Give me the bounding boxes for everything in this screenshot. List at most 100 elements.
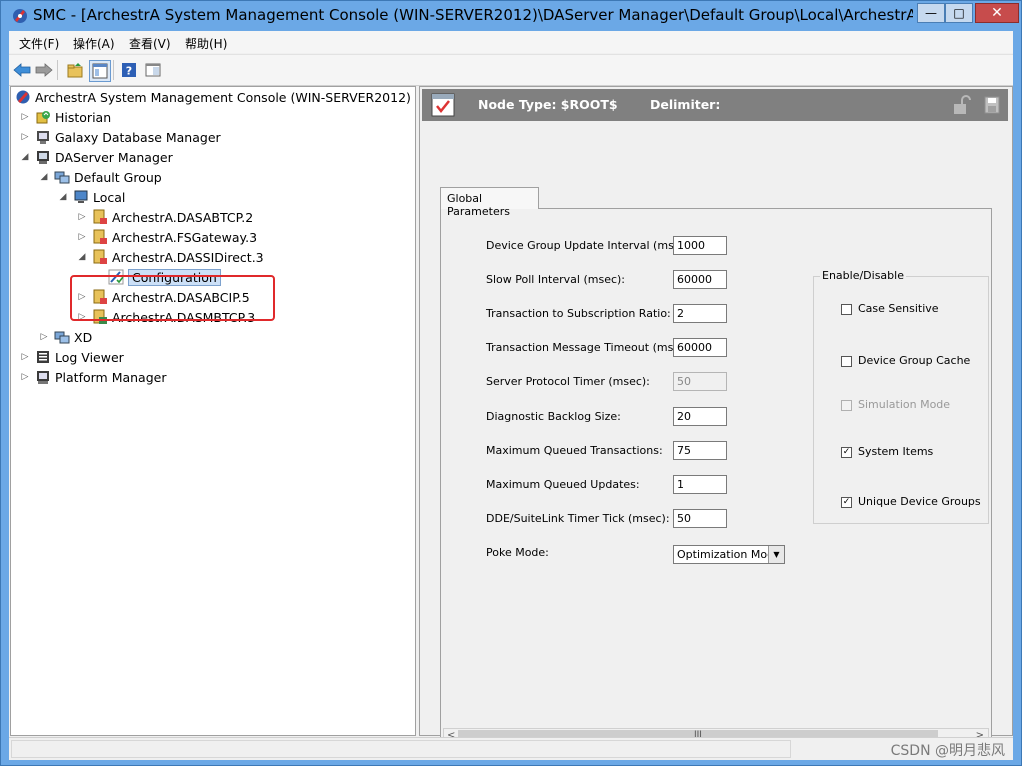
app-window: SMC - [ArchestrA System Management Conso… bbox=[0, 0, 1022, 766]
highlight-annotation bbox=[70, 275, 275, 321]
tab-global-parameters[interactable]: Global Parameters bbox=[440, 187, 539, 218]
checkbox-label: Case Sensitive bbox=[858, 302, 939, 315]
platform-icon bbox=[37, 371, 49, 384]
field-label: Transaction to Subscription Ratio: bbox=[486, 307, 671, 320]
menu-help[interactable]: 帮助(H) bbox=[185, 35, 227, 52]
timer-tick-input[interactable]: 50 bbox=[673, 509, 727, 528]
poke-mode-label: Poke Mode: bbox=[486, 546, 549, 559]
back-icon[interactable] bbox=[12, 60, 32, 80]
max-queued-transactions-input[interactable]: 75 bbox=[673, 441, 727, 460]
toolbar-separator bbox=[57, 60, 58, 80]
expand-icon[interactable]: ▷ bbox=[38, 331, 50, 343]
tree-label: XD bbox=[74, 329, 93, 345]
smc-root-icon bbox=[16, 90, 30, 104]
smc-app-icon bbox=[13, 9, 27, 23]
galaxy-db-icon bbox=[37, 131, 49, 144]
tree-label: Log Viewer bbox=[55, 349, 124, 365]
tree-root[interactable]: ArchestrA System Management Console (WIN… bbox=[15, 87, 411, 107]
svg-text:?: ? bbox=[126, 65, 132, 78]
detail-header: Node Type: $ROOT$ Delimiter: bbox=[422, 89, 1008, 121]
title-bar[interactable]: SMC - [ArchestrA System Management Conso… bbox=[1, 1, 1021, 31]
expand-icon[interactable]: ▷ bbox=[19, 111, 31, 123]
field-label: Slow Poll Interval (msec): bbox=[486, 273, 626, 286]
tree-item-default-group[interactable]: ◢ Default Group bbox=[38, 167, 162, 187]
menu-action[interactable]: 操作(A) bbox=[73, 35, 115, 52]
chevron-down-icon[interactable]: ▼ bbox=[768, 546, 784, 563]
poke-mode-select[interactable]: Optimization Mode ▼ bbox=[673, 545, 785, 564]
collapse-icon[interactable]: ◢ bbox=[57, 191, 69, 203]
watermark-text: CSDN @明月悲风 bbox=[890, 743, 1005, 759]
save-icon[interactable] bbox=[984, 96, 1000, 114]
daserver-node-icon bbox=[93, 249, 107, 264]
expand-icon[interactable]: ▷ bbox=[19, 131, 31, 143]
tree-item-fsgateway[interactable]: ▷ ArchestrA.FSGateway.3 bbox=[76, 227, 257, 247]
computer-icon bbox=[74, 190, 88, 203]
unique-device-groups-checkbox[interactable]: ✓ bbox=[841, 497, 852, 508]
help-icon[interactable]: ? bbox=[119, 60, 139, 80]
simulation-mode-checkbox bbox=[841, 400, 852, 411]
slow-poll-interval-input[interactable]: 60000 bbox=[673, 270, 727, 289]
minimize-button[interactable]: — bbox=[917, 3, 945, 23]
client-area: 文件(F) 操作(A) 查看(V) 帮助(H) ? ArchestrA Syst… bbox=[9, 31, 1013, 760]
status-bar: CSDN @明月悲风 bbox=[9, 737, 1013, 760]
expand-icon[interactable]: ▷ bbox=[76, 231, 88, 243]
group-icon bbox=[54, 171, 70, 184]
up-folder-icon[interactable] bbox=[65, 60, 85, 80]
collapse-icon[interactable]: ◢ bbox=[38, 171, 50, 183]
tree-label: Default Group bbox=[74, 169, 162, 185]
tree-item-historian[interactable]: ▷ Historian bbox=[19, 107, 112, 127]
checkbox-label: System Items bbox=[858, 445, 934, 458]
field-label: DDE/SuiteLink Timer Tick (msec): bbox=[486, 512, 670, 525]
tree-item-local[interactable]: ◢ Local bbox=[57, 187, 126, 207]
show-tree-icon[interactable] bbox=[89, 60, 111, 82]
menu-view[interactable]: 查看(V) bbox=[129, 35, 171, 52]
tree-label: Galaxy Database Manager bbox=[55, 129, 221, 145]
device-group-cache-checkbox[interactable] bbox=[841, 356, 852, 367]
lock-icon[interactable] bbox=[952, 95, 972, 115]
status-cell bbox=[11, 740, 791, 758]
tree-label: ArchestrA.DASABTCP.2 bbox=[112, 209, 254, 225]
field-label: Maximum Queued Transactions: bbox=[486, 444, 663, 457]
transaction-ratio-input[interactable]: 2 bbox=[673, 304, 727, 323]
tree-label: ArchestrA System Management Console (WIN… bbox=[35, 89, 411, 105]
field-label: Server Protocol Timer (msec): bbox=[486, 375, 650, 388]
daserver-node-icon bbox=[93, 229, 107, 244]
tree-item-dassidirect[interactable]: ◢ ArchestrA.DASSIDirect.3 bbox=[76, 247, 264, 267]
tree-item-platform-manager[interactable]: ▷ Platform Manager bbox=[19, 367, 167, 387]
tree-item-galaxy[interactable]: ▷ Galaxy Database Manager bbox=[19, 127, 221, 147]
panel-icon[interactable] bbox=[143, 60, 163, 80]
device-group-update-interval-input[interactable]: 1000 bbox=[673, 236, 727, 255]
server-protocol-timer-input: 50 bbox=[673, 372, 727, 391]
menu-file[interactable]: 文件(F) bbox=[19, 35, 59, 52]
tree-label: Local bbox=[93, 189, 126, 205]
expand-icon[interactable]: ▷ bbox=[19, 351, 31, 363]
tree-item-xd[interactable]: ▷ XD bbox=[38, 327, 93, 347]
collapse-icon[interactable]: ◢ bbox=[19, 151, 31, 163]
historian-icon bbox=[36, 111, 50, 124]
expand-icon[interactable]: ▷ bbox=[76, 211, 88, 223]
case-sensitive-checkbox[interactable] bbox=[841, 304, 852, 315]
tab-body: Device Group Update Interval (msec): 100… bbox=[440, 208, 992, 747]
tree-item-daserver-manager[interactable]: ◢ DAServer Manager bbox=[19, 147, 173, 167]
detail-pane: Node Type: $ROOT$ Delimiter: Global Para… bbox=[419, 86, 1013, 747]
forward-icon[interactable] bbox=[34, 60, 54, 80]
window-title: SMC - [ArchestrA System Management Conso… bbox=[33, 6, 913, 24]
poke-mode-value: Optimization Mode bbox=[677, 548, 781, 561]
diagnostic-backlog-input[interactable]: 20 bbox=[673, 407, 727, 426]
close-button[interactable]: ✕ bbox=[975, 3, 1019, 23]
restore-button[interactable]: □ bbox=[945, 3, 973, 23]
tab-panel: Global Parameters Device Group Update In… bbox=[440, 187, 992, 747]
tree-item-dasabtcp[interactable]: ▷ ArchestrA.DASABTCP.2 bbox=[76, 207, 253, 227]
transaction-timeout-input[interactable]: 60000 bbox=[673, 338, 727, 357]
group-icon bbox=[54, 331, 70, 344]
console-tree[interactable]: ArchestrA System Management Console (WIN… bbox=[10, 86, 416, 736]
max-queued-updates-input[interactable]: 1 bbox=[673, 475, 727, 494]
expand-icon[interactable]: ▷ bbox=[19, 371, 31, 383]
checkbox-label: Unique Device Groups bbox=[858, 495, 981, 508]
tree-item-log-viewer[interactable]: ▷ Log Viewer bbox=[19, 347, 124, 367]
tree-label: DAServer Manager bbox=[55, 149, 173, 165]
collapse-icon[interactable]: ◢ bbox=[76, 251, 88, 263]
system-items-checkbox[interactable]: ✓ bbox=[841, 447, 852, 458]
menu-bar: 文件(F) 操作(A) 查看(V) 帮助(H) bbox=[9, 31, 1013, 53]
toolbar: ? bbox=[9, 54, 1013, 86]
